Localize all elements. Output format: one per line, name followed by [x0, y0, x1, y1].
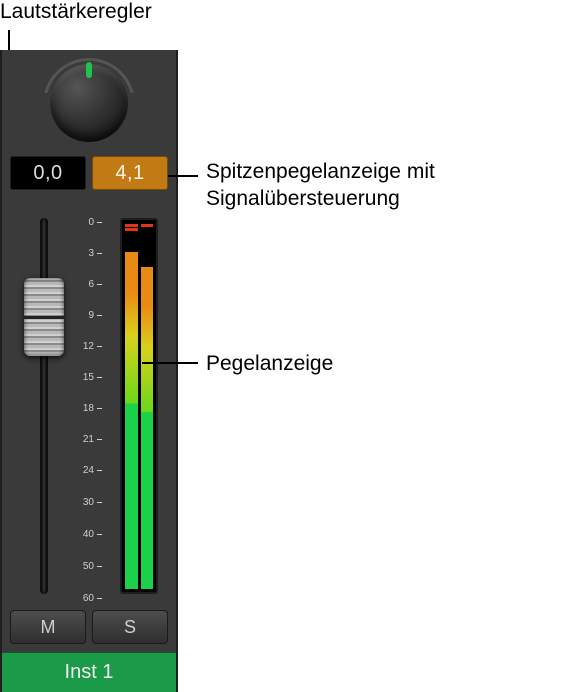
level-meter [120, 218, 158, 594]
annotation-volume-label: Lautstärkeregler [0, 0, 152, 24]
meter-clip-row [125, 223, 153, 253]
peak-display[interactable]: 4,1 [92, 156, 168, 190]
scale-tick: 3 [78, 249, 102, 259]
track-name-field[interactable]: Inst 1 [2, 652, 176, 692]
scale-tick: 24 [78, 466, 102, 476]
scale-tick: 6 [78, 280, 102, 290]
annotation-meter-label: Pegelanzeige [206, 350, 333, 377]
mute-solo-row: M S [2, 610, 176, 644]
level-meter-left [125, 252, 138, 589]
fader-handle[interactable] [24, 278, 64, 356]
solo-button[interactable]: S [92, 610, 168, 644]
scale-tick: 50 [78, 562, 102, 572]
scale-tick: 30 [78, 498, 102, 508]
clip-indicator-left [125, 223, 138, 253]
scale-tick: 40 [78, 530, 102, 540]
annotation-line [168, 175, 198, 177]
scale-tick: 15 [78, 373, 102, 383]
scale-tick: 18 [78, 404, 102, 414]
clip-indicator-right [141, 223, 154, 253]
annotation-peak-label: Spitzenpegelanzeige mit Signalübersteuer… [206, 158, 561, 213]
mute-button[interactable]: M [10, 610, 86, 644]
gain-display[interactable]: 0,0 [10, 156, 86, 190]
pan-knob[interactable] [50, 64, 128, 142]
fader-track[interactable] [40, 218, 48, 594]
scale-tick: 9 [78, 311, 102, 321]
scale-tick: 0 [78, 218, 102, 228]
level-meter-right [141, 267, 154, 589]
scale-tick: 60 [78, 594, 102, 604]
meter-scale: 0369121518212430405060 [78, 218, 102, 594]
value-row: 0,0 4,1 [2, 156, 176, 190]
scale-tick: 21 [78, 435, 102, 445]
channel-strip: 0,0 4,1 0 3 6 9 12 15 18 21 24 30 40 50 60 M S Inst … [0, 50, 178, 692]
annotation-line [142, 362, 198, 364]
scale-tick: 12 [78, 342, 102, 352]
fader-meter-area: 0 3 6 9 12 15 18 21 24 30 40 50 60 [12, 210, 166, 602]
